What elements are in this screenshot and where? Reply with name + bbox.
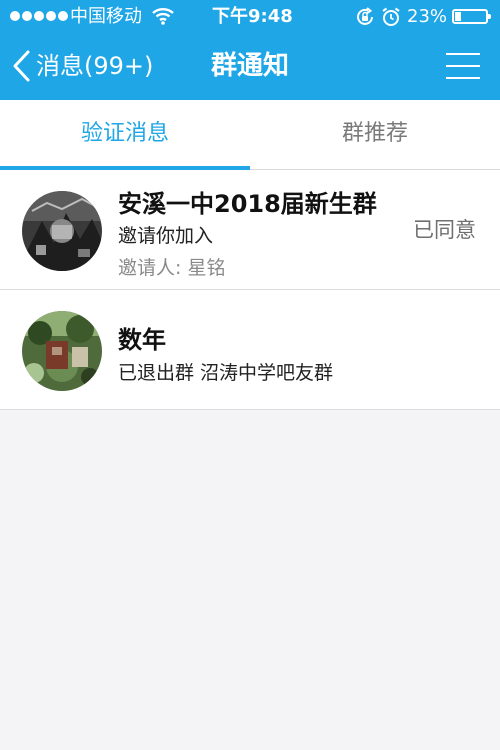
- notification-item[interactable]: 数年 已退出群 沼涛中学吧友群: [0, 290, 500, 410]
- group-name: 安溪一中2018届新生群: [118, 190, 377, 218]
- notification-list: 安溪一中2018届新生群 邀请你加入 邀请人: 星铭 已同意 数年 已退出群 沼…: [0, 170, 500, 410]
- status-time: 下午9:48: [212, 6, 293, 27]
- notification-item[interactable]: 安溪一中2018届新生群 邀请你加入 邀请人: 星铭 已同意: [0, 170, 500, 290]
- back-button[interactable]: 消息(99+): [10, 46, 153, 86]
- group-name: 数年: [118, 326, 166, 354]
- screen: 中国移动 下午9:48 23% 消息(99+) 群通知 验证消息 群推荐 安溪一…: [0, 0, 500, 750]
- signal-strength-icon: [10, 11, 68, 23]
- rotation-lock-icon: [357, 7, 373, 25]
- tab-bar: 验证消息 群推荐: [0, 100, 500, 170]
- alarm-clock-icon: [382, 7, 400, 26]
- battery-fill: [455, 12, 461, 21]
- tab-group-recommendations[interactable]: 群推荐: [250, 100, 500, 169]
- menu-icon: [446, 53, 480, 55]
- tab-verification-messages[interactable]: 验证消息: [0, 100, 250, 169]
- status-label: 已同意: [413, 218, 476, 242]
- carrier-name: 中国移动: [70, 6, 142, 27]
- nav-bar: 消息(99+) 群通知: [0, 34, 500, 100]
- menu-button[interactable]: [446, 50, 480, 82]
- notification-message: 已退出群 沼涛中学吧友群: [118, 362, 334, 384]
- header: 中国移动 下午9:48 23% 消息(99+) 群通知: [0, 0, 500, 100]
- status-bar: 中国移动 下午9:48 23%: [0, 0, 500, 34]
- inviter-text: 邀请人: 星铭: [118, 257, 226, 279]
- back-button-label: 消息(99+): [36, 52, 154, 80]
- battery-percent: 23%: [407, 6, 448, 27]
- wifi-icon: [152, 8, 174, 25]
- battery-icon: [452, 9, 491, 24]
- notification-message: 邀请你加入: [118, 225, 214, 247]
- group-avatar[interactable]: [22, 191, 102, 271]
- group-avatar[interactable]: [22, 311, 102, 391]
- page-title: 群通知: [210, 51, 289, 81]
- chevron-left-icon: [13, 50, 30, 82]
